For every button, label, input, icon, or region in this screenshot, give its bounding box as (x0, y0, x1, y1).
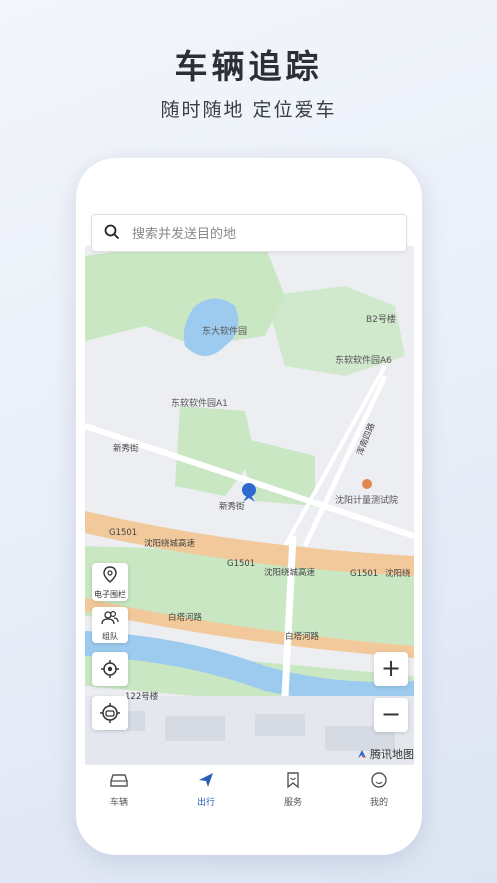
subline: 随时随地 定位爱车 (160, 99, 337, 121)
map-label-a1: 东软软件园A1 (171, 397, 228, 409)
phone-frame: B2号楼 东大软件园 东软软件园A6 东软软件园A1 新秀街 新秀街 浑南四路 … (76, 158, 422, 855)
team-button[interactable]: 组队 (92, 607, 128, 643)
map-label-g1501-2: G1501 (227, 559, 255, 569)
crosshair-icon (101, 660, 119, 678)
face-icon (371, 772, 387, 788)
location-pin-icon (103, 566, 117, 583)
map-view[interactable]: B2号楼 东大软件园 东软软件园A6 东软软件园A1 新秀街 新秀街 浑南四路 … (85, 246, 414, 766)
bookmark-icon (287, 772, 299, 789)
search-bar[interactable] (91, 214, 407, 252)
compass-icon (199, 773, 213, 787)
map-label-b2: B2号楼 (366, 313, 396, 325)
car-icon (110, 774, 128, 787)
tab-vehicle[interactable]: 车辆 (89, 771, 149, 808)
search-input[interactable] (130, 221, 394, 247)
headline: 车辆追踪 (174, 47, 323, 86)
tab-bar: 车辆 出行 服务 我的 (85, 764, 414, 815)
tab-service[interactable]: 服务 (263, 771, 323, 808)
tab-vehicle-label: 车辆 (109, 798, 128, 808)
map-label-bldg-122: 122号楼 (125, 691, 159, 702)
map-label-xinxiu-1: 新秀街 (113, 443, 139, 454)
fence-label: 电子围栏 (94, 590, 126, 599)
team-label: 组队 (102, 632, 118, 641)
map-canvas: B2号楼 东大软件园 东软软件园A6 东软软件园A1 新秀街 新秀街 浑南四路 … (85, 246, 414, 766)
map-label-ring-3: 沈阳绕 (385, 568, 411, 579)
locate-button[interactable] (92, 652, 128, 686)
zoom-in-button[interactable]: + (374, 652, 408, 686)
fence-button[interactable]: 电子围栏 (92, 563, 128, 601)
zoom-out-button[interactable]: − (374, 698, 408, 732)
tab-travel-label: 出行 (196, 798, 215, 808)
map-label-baita-2: 白塔河路 (285, 631, 320, 642)
tab-service-label: 服务 (283, 798, 302, 808)
car-target-icon (100, 703, 120, 723)
map-label-g1501-1: G1501 (109, 528, 137, 538)
map-label-ring-1: 沈阳绕城高速 (144, 538, 196, 549)
tab-mine-label: 我的 (369, 798, 388, 808)
map-label-xinxiu-2: 新秀街 (219, 501, 245, 512)
map-label-shenyang-jl: 沈阳计量测试院 (335, 494, 398, 506)
map-label-dongda: 东大软件园 (202, 325, 247, 337)
tencent-map-logo-icon (358, 750, 366, 758)
map-brand-label: 腾讯地图 (370, 748, 414, 761)
map-brand: 腾讯地图 (357, 746, 414, 762)
map-label-ring-2: 沈阳绕城高速 (264, 567, 316, 578)
map-label-baita-1: 白塔河路 (168, 612, 203, 623)
car-locate-button[interactable] (92, 696, 128, 730)
map-label-g1501-3: G1501 (350, 569, 378, 579)
search-icon (104, 224, 120, 240)
tab-travel[interactable]: 出行 (176, 771, 236, 808)
team-icon (101, 610, 119, 625)
tab-mine[interactable]: 我的 (349, 771, 409, 808)
map-label-a6: 东软软件园A6 (335, 354, 392, 366)
